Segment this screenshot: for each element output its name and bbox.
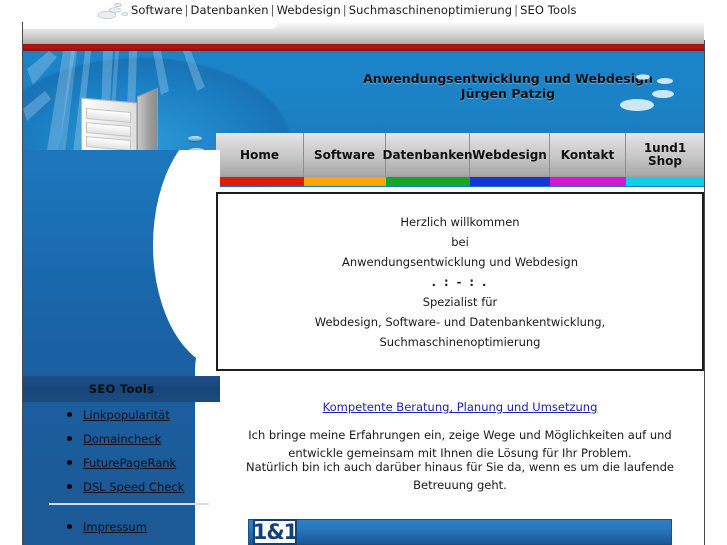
top-menu-item-seo-tools[interactable]: SEO Tools [520,3,577,17]
oneandone-ad-banner[interactable] [248,519,672,545]
top-menu-separator-4: | [514,3,519,17]
welcome-line-1: Herzlich willkommen [400,214,520,229]
floating-discs-icon [620,74,674,111]
sidebar-heading: SEO Tools [23,376,220,402]
list-item: Domaincheck [23,426,220,450]
welcome-separator: . : - : . [431,274,489,289]
content-heading-link[interactable]: Kompetente Beratung, Planung und Umsetzu… [323,400,598,414]
nav-tab-software-label: Software [313,147,376,162]
nav-tab-1und1-label: 1und1 [643,141,687,155]
oneandone-logo-text: 1&1 [252,520,299,544]
welcome-line-6: Suchmaschinenoptimierung [379,334,541,349]
sidebar-item-impressum[interactable]: Impressum [83,520,147,534]
nav-tab-datenbanken-label: Datenbanken [382,147,473,162]
nav-tab-kontakt-label: Kontakt [560,147,615,162]
top-menu-separator-3: | [342,3,347,17]
header-grey-notch [23,22,278,29]
nav-tab-webdesign[interactable]: Webdesign [470,133,550,177]
sidebar-divider [49,503,209,505]
top-utility-menu: Software | Datenbanken | Webdesign | Suchmasch… [0,0,727,22]
top-menu-links: Software | Datenbanken | Webdesign | Suchmasch… [131,3,577,17]
sidebar-item-domaincheck[interactable]: Domaincheck [83,432,161,446]
top-menu-item-webdesign[interactable]: Webdesign [277,3,341,17]
list-item: Kontaktformular [23,538,220,545]
top-menu-item-software[interactable]: Software [131,3,183,17]
list-item: Linkpopularität [23,402,220,426]
welcome-text: Herzlich willkommen bei Anwendungsentwic… [315,212,605,352]
nav-underline-home [216,177,304,186]
nav-tab-home-label: Home [240,147,279,162]
left-sidebar: SEO Tools Linkpopularität Domaincheck Fu… [23,150,220,545]
oneandone-logo-icon[interactable]: 1&1 [252,519,299,545]
welcome-line-3: Anwendungsentwicklung und Webdesign [341,254,578,269]
nav-underline-kontakt [550,177,626,186]
sidebar-tools-list: Linkpopularität Domaincheck FuturePageRa… [23,402,220,498]
banner-title-line2: Jürgen Patzig [460,86,556,101]
header-red-rule [23,44,704,51]
nav-tab-datenbanken[interactable]: Datenbanken [382,133,473,177]
content-paragraph-1: Ich bringe meine Erfahrungen ein, zeige … [248,428,672,460]
page-root: Software | Datenbanken | Webdesign | Suchmasch… [0,0,727,545]
top-menu-item-datenbanken[interactable]: Datenbanken [190,3,268,17]
sidebar-item-linkpopularitaet[interactable]: Linkpopularität [83,408,170,422]
nav-tab-1und1-label2: Shop [647,154,683,168]
nav-underline-datenbanken [386,177,470,186]
sidebar-heading-label: SEO Tools [88,382,155,396]
list-item: FuturePageRank [23,450,220,474]
list-item: Impressum [23,514,220,538]
nav-tab-kontakt[interactable]: Kontakt [550,133,626,177]
nav-tab-home[interactable]: Home [216,133,304,177]
top-menu-separator-2: | [270,3,275,17]
nav-underline-1und1 [626,177,704,186]
banner-title: Anwendungsentwicklung und Webdesign Jürg… [363,71,653,101]
nav-tab-1und1-shop[interactable]: 1und1 Shop [626,133,704,177]
content-heading-link-wrap: Kompetente Beratung, Planung und Umsetzu… [216,400,704,414]
sidebar-item-dsl-speed-check[interactable]: DSL Speed Check [83,480,184,494]
sidebar-item-futurepagerank[interactable]: FuturePageRank [83,456,176,470]
content-paragraph-2: Natürlich bin ich auch darüber hinaus fü… [246,460,674,492]
welcome-line-2: bei [451,234,469,249]
banner-disc-7 [188,136,202,141]
welcome-line-5: Webdesign, Software- und Datenbankentwic… [314,314,606,329]
nav-tab-software[interactable]: Software [304,133,386,177]
sidebar-footer-list: Impressum Kontaktformular [23,514,220,545]
nav-underline-webdesign [470,177,550,186]
nav-color-underline [216,177,704,186]
welcome-line-4: Spezialist für [422,294,498,309]
main-navigation: Home Software Datenbanken Webdesign Kont… [216,133,704,177]
nav-tab-webdesign-label: Webdesign [472,147,547,162]
pebbles-logo-icon [97,3,128,19]
banner-title-line1: Anwendungsentwicklung und Webdesign [363,71,653,86]
top-menu-item-suchmaschinenoptimierung[interactable]: Suchmaschinenoptimierung [349,3,512,17]
list-item: DSL Speed Check [23,474,220,498]
welcome-box: Herzlich willkommen bei Anwendungsentwic… [216,192,704,371]
nav-underline-software [304,177,386,186]
